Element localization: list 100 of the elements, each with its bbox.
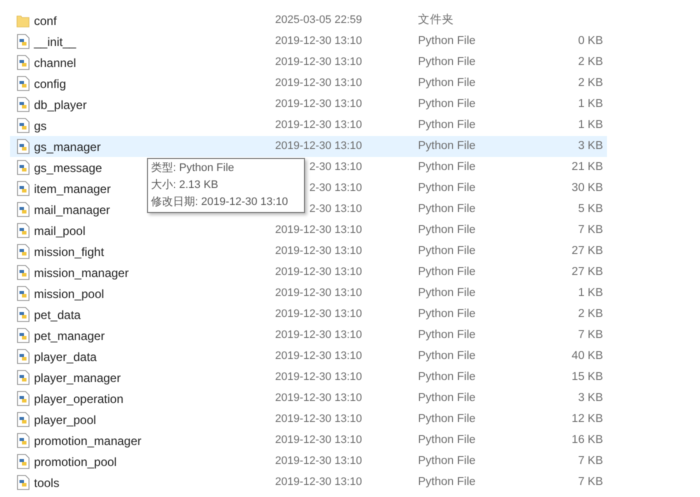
file-size: 7 KB xyxy=(578,328,603,343)
file-name: player_manager xyxy=(34,370,121,386)
file-name: promotion_pool xyxy=(34,454,117,470)
file-type: Python File xyxy=(418,160,476,175)
file-name: conf xyxy=(34,12,57,30)
file-name: db_player xyxy=(34,96,87,114)
file-name: player_operation xyxy=(34,390,124,408)
python-file-icon xyxy=(16,97,30,112)
file-type: Python File xyxy=(418,96,476,112)
file-type: Python File xyxy=(418,390,476,406)
modified-date: 2019-12-30 13:10 xyxy=(275,97,362,112)
modified-date: 2019-12-30 13:10 xyxy=(275,307,362,322)
file-type: Python File xyxy=(418,54,476,70)
python-file-icon xyxy=(16,76,30,91)
file-type: Python File xyxy=(418,76,476,91)
modified-date: 2-30 13:10 xyxy=(309,202,362,218)
file-size: 3 KB xyxy=(578,138,603,154)
python-file-icon xyxy=(16,160,30,175)
file-name: player_data xyxy=(34,348,97,366)
file-type: Python File xyxy=(418,306,476,322)
modified-date: 2019-12-30 13:10 xyxy=(275,454,362,470)
file-name: pet_data xyxy=(34,306,81,324)
modified-date: 2019-12-30 13:10 xyxy=(275,475,362,490)
file-size: 16 KB xyxy=(572,432,603,448)
file-type: Python File xyxy=(418,180,476,196)
python-file-icon xyxy=(16,34,30,49)
file-name: mission_fight xyxy=(34,244,104,260)
modified-date: 2019-12-30 13:10 xyxy=(275,139,362,154)
file-size: 15 KB xyxy=(572,370,603,385)
python-file-icon xyxy=(16,244,30,259)
file-type: Python File xyxy=(418,286,476,301)
file-type: Python File xyxy=(418,328,476,343)
file-name: channel xyxy=(34,54,76,72)
modified-date: 2019-12-30 13:10 xyxy=(275,328,362,344)
file-name: mail_pool xyxy=(34,222,86,240)
file-name: mission_manager xyxy=(34,264,129,282)
file-name: config xyxy=(34,76,66,92)
selected-row[interactable]: gs_manager 2019-12-30 13:10 Python File 3 KB xyxy=(10,136,607,157)
file-size: 40 KB xyxy=(572,348,603,364)
modified-date: 2019-12-30 13:10 xyxy=(275,223,362,238)
file-size: 7 KB xyxy=(578,474,603,490)
modified-date: 2025-03-05 22:59 xyxy=(275,13,362,28)
python-file-icon xyxy=(16,433,30,448)
file-type: Python File xyxy=(418,34,476,49)
modified-date: 2019-12-30 13:10 xyxy=(275,265,362,280)
python-file-icon xyxy=(16,118,30,133)
modified-date: 2019-12-30 13:10 xyxy=(275,412,362,428)
file-name: player_pool xyxy=(34,412,96,428)
python-file-icon xyxy=(16,307,30,322)
file-size: 0 KB xyxy=(578,34,603,49)
modified-date: 2019-12-30 13:10 xyxy=(275,244,362,260)
modified-date: 2019-12-30 13:10 xyxy=(275,349,362,364)
file-size: 27 KB xyxy=(572,244,603,259)
file-type: Python File xyxy=(418,412,476,427)
file-size: 2 KB xyxy=(578,306,603,322)
modified-date: 2-30 13:10 xyxy=(309,160,362,176)
file-name: item_manager xyxy=(34,180,111,198)
tooltip-line: 修改日期: 2019-12-30 13:10 xyxy=(151,195,289,210)
modified-date: 2019-12-30 13:10 xyxy=(275,433,362,448)
file-size: 2 KB xyxy=(578,54,603,70)
file-size: 1 KB xyxy=(578,96,603,112)
file-size: 3 KB xyxy=(578,390,603,406)
file-size: 2 KB xyxy=(578,76,603,91)
file-type: Python File xyxy=(418,474,476,490)
file-name: __init__ xyxy=(34,34,76,50)
file-type: Python File xyxy=(418,264,476,280)
file-name: pet_manager xyxy=(34,328,105,344)
python-file-icon xyxy=(16,223,30,238)
modified-date: 2019-12-30 13:10 xyxy=(275,76,362,92)
file-name: mail_manager xyxy=(34,202,110,218)
modified-date: 2019-12-30 13:10 xyxy=(275,391,362,406)
folder-icon xyxy=(16,14,30,28)
file-size: 5 KB xyxy=(578,202,603,217)
python-file-icon xyxy=(16,412,30,427)
python-file-icon xyxy=(16,349,30,364)
python-file-icon xyxy=(16,265,30,280)
file-type: 文件夹 xyxy=(418,12,454,28)
file-size: 7 KB xyxy=(578,222,603,238)
file-name: gs_message xyxy=(34,160,102,176)
modified-date: 2019-12-30 13:10 xyxy=(275,286,362,302)
modified-date: 2019-12-30 13:10 xyxy=(275,55,362,70)
python-file-icon xyxy=(16,286,30,301)
python-file-icon xyxy=(16,139,30,154)
modified-date: 2019-12-30 13:10 xyxy=(275,370,362,386)
python-file-icon xyxy=(16,370,30,385)
tooltip-line: 类型: Python File xyxy=(151,161,236,176)
file-size: 27 KB xyxy=(572,264,603,280)
modified-date: 2019-12-30 13:10 xyxy=(275,34,362,50)
file-name: promotion_manager xyxy=(34,432,142,450)
modified-date: 2-30 13:10 xyxy=(309,181,362,196)
file-type: Python File xyxy=(418,244,476,259)
file-type: Python File xyxy=(418,222,476,238)
modified-date: 2019-12-30 13:10 xyxy=(275,118,362,134)
file-size: 1 KB xyxy=(578,286,603,301)
tooltip-line: 大小: 2.13 KB xyxy=(151,178,220,193)
file-type: Python File xyxy=(418,370,476,385)
file-type: Python File xyxy=(418,454,476,469)
python-file-icon xyxy=(16,475,30,490)
python-file-icon xyxy=(16,391,30,406)
file-type: Python File xyxy=(418,138,476,154)
